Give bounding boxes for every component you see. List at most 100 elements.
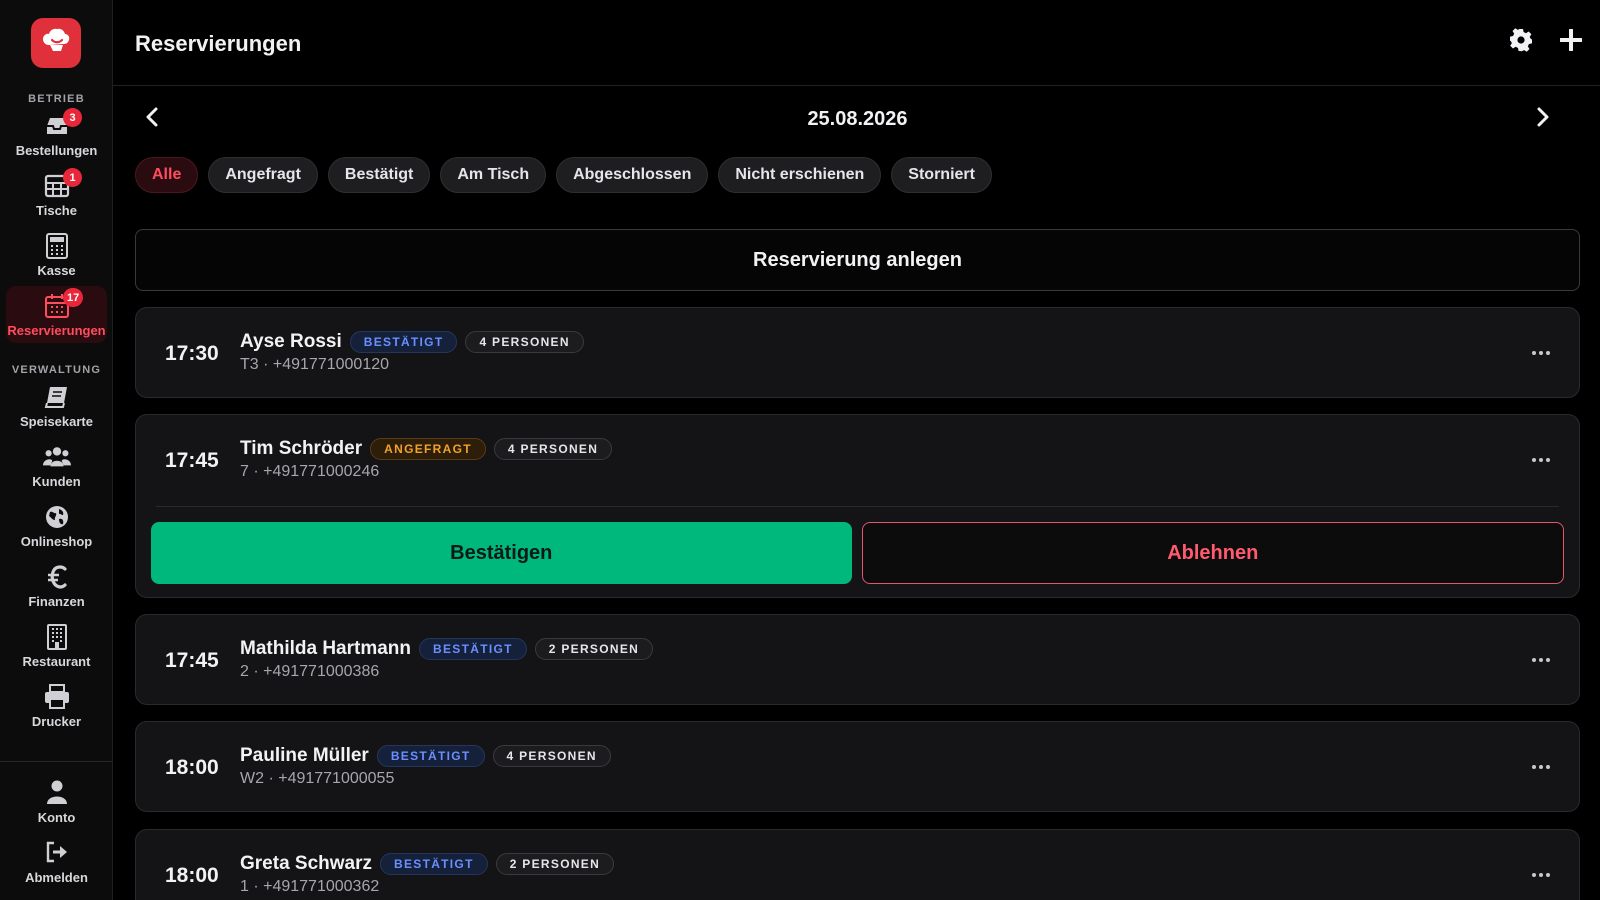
status-badge: BESTÄTIGT	[380, 853, 488, 875]
more-options-button[interactable]	[1529, 451, 1553, 469]
table-and-phone: 7 · +491771000246	[240, 463, 380, 480]
plus-icon	[1559, 27, 1583, 56]
ellipsis-icon	[1532, 458, 1550, 462]
sidebar-item-kasse[interactable]: Kasse	[6, 226, 107, 283]
app-logo[interactable]	[31, 18, 81, 68]
sidebar-item-konto[interactable]: Konto	[6, 772, 107, 830]
sidebar-item-tische[interactable]: 1 Tische	[6, 166, 107, 223]
filter-chip-abgeschlossen[interactable]: Abgeschlossen	[556, 157, 709, 193]
status-badge: BESTÄTIGT	[419, 638, 527, 660]
reservation-card[interactable]: 18:00 Pauline Müller BESTÄTIGT 4 PERSONE…	[135, 721, 1580, 812]
users-icon	[42, 443, 71, 471]
badge-reservierungen: 17	[63, 288, 84, 307]
more-options-button[interactable]	[1529, 866, 1553, 884]
ellipsis-icon	[1532, 351, 1550, 355]
table-and-phone: 2 · +491771000386	[240, 663, 380, 680]
persons-badge: 2 PERSONEN	[495, 853, 615, 875]
reservation-time: 17:45	[165, 449, 219, 472]
persons-badge: 4 PERSONEN	[493, 438, 613, 460]
sidebar-item-reservierungen[interactable]: 17 Reservierungen	[6, 286, 107, 343]
chef-hat-icon	[40, 25, 72, 62]
more-options-button[interactable]	[1529, 344, 1553, 362]
chevron-right-icon	[1536, 107, 1550, 132]
reservation-time: 18:00	[165, 864, 219, 887]
more-options-button[interactable]	[1529, 758, 1553, 776]
top-header: Reservierungen	[113, 0, 1600, 86]
reservation-card[interactable]: 18:00 Greta Schwarz BESTÄTIGT 2 PERSONEN…	[135, 829, 1580, 900]
reservation-details: Ayse Rossi BESTÄTIGT 4 PERSONEN T3 · +49…	[240, 331, 584, 374]
sidebar-item-label: Kasse	[37, 263, 76, 278]
table-and-phone: T3 · +491771000120	[240, 356, 390, 373]
filter-chip-angefragt[interactable]: Angefragt	[208, 157, 318, 193]
gear-icon	[1509, 27, 1533, 57]
sidebar-item-label: Onlineshop	[20, 534, 93, 549]
filter-chip-storniert[interactable]: Storniert	[891, 157, 992, 193]
sidebar-item-restaurant[interactable]: Restaurant	[6, 617, 107, 674]
reservation-time: 17:30	[165, 342, 219, 365]
next-day-button[interactable]	[1528, 104, 1558, 134]
request-actions: Bestätigen Ablehnen	[151, 522, 1564, 584]
sidebar-item-bestellungen[interactable]: 3 Bestellungen	[6, 106, 107, 163]
reservation-card[interactable]: 17:45 Tim Schröder ANGEFRAGT 4 PERSONEN …	[135, 414, 1580, 598]
logout-icon	[43, 838, 71, 866]
ellipsis-icon	[1532, 765, 1550, 769]
status-badge: BESTÄTIGT	[349, 331, 458, 353]
sidebar-item-label: Drucker	[31, 714, 82, 729]
section-label-betrieb: BETRIEB	[28, 93, 85, 105]
sidebar-item-label: Konto	[37, 810, 76, 825]
sidebar-item-kunden[interactable]: Kunden	[6, 437, 107, 494]
create-reservation-button[interactable]: Reservierung anlegen	[135, 229, 1580, 291]
confirm-button[interactable]: Bestätigen	[151, 522, 852, 584]
book-icon	[43, 383, 71, 411]
persons-badge: 4 PERSONEN	[465, 331, 584, 353]
sidebar-item-abmelden[interactable]: Abmelden	[6, 832, 107, 890]
table-and-phone: W2 · +491771000055	[240, 770, 395, 787]
table-and-phone: 1 · +491771000362	[240, 878, 380, 895]
card-divider	[156, 506, 1559, 507]
sidebar-item-label: Finanzen	[28, 594, 85, 609]
reservation-time: 17:45	[165, 649, 219, 672]
sidebar-item-label: Bestellungen	[15, 143, 98, 158]
status-badge: BESTÄTIGT	[376, 745, 485, 767]
status-badge: ANGEFRAGT	[370, 438, 486, 460]
reservation-details: Greta Schwarz BESTÄTIGT 2 PERSONEN 1 · +…	[240, 853, 615, 896]
sidebar-item-label: Reservierungen	[7, 323, 106, 338]
filter-chip-nicht-erschienen[interactable]: Nicht erschienen	[718, 157, 882, 193]
status-filter-bar: Alle Angefragt Bestätigt Am Tisch Abgesc…	[135, 157, 992, 193]
ellipsis-icon	[1532, 873, 1550, 877]
sidebar-item-label: Abmelden	[25, 870, 88, 885]
section-label-verwaltung: VERWALTUNG	[11, 364, 102, 376]
reservation-time: 18:00	[165, 756, 219, 779]
persons-badge: 4 PERSONEN	[492, 745, 611, 767]
building-icon	[43, 623, 71, 651]
sidebar-divider	[0, 761, 113, 762]
add-reservation-button[interactable]	[1557, 27, 1585, 56]
user-icon	[43, 778, 71, 806]
reservation-card[interactable]: 17:45 Mathilda Hartmann BESTÄTIGT 2 PERS…	[135, 614, 1580, 705]
filter-chip-am-tisch[interactable]: Am Tisch	[440, 157, 547, 193]
euro-icon	[43, 563, 71, 591]
calculator-icon	[43, 232, 71, 260]
current-date: 25.08.2026	[807, 108, 908, 130]
sidebar-item-finanzen[interactable]: Finanzen	[6, 557, 107, 614]
sidebar: BETRIEB 3 Bestellungen 1 Tische Kasse 17…	[0, 0, 113, 900]
page-title: Reservierungen	[135, 31, 302, 56]
sidebar-item-label: Tische	[36, 203, 77, 218]
sidebar-item-label: Speisekarte	[20, 414, 93, 429]
reservation-details: Pauline Müller BESTÄTIGT 4 PERSONEN W2 ·…	[240, 745, 611, 788]
reservation-card[interactable]: 17:30 Ayse Rossi BESTÄTIGT 4 PERSONEN T3…	[135, 307, 1580, 398]
sidebar-item-onlineshop[interactable]: Onlineshop	[6, 497, 107, 554]
filter-chip-bestaetigt[interactable]: Bestätigt	[327, 157, 431, 193]
reservation-details: Tim Schröder ANGEFRAGT 4 PERSONEN 7 · +4…	[240, 438, 613, 481]
guest-name: Ayse Rossi	[240, 331, 342, 352]
settings-button[interactable]	[1507, 27, 1535, 57]
more-options-button[interactable]	[1529, 651, 1553, 669]
reject-button[interactable]: Ablehnen	[861, 522, 1564, 584]
sidebar-item-speisekarte[interactable]: Speisekarte	[6, 377, 107, 434]
guest-name: Mathilda Hartmann	[240, 638, 412, 659]
sidebar-item-drucker[interactable]: Drucker	[6, 677, 107, 734]
reservation-details: Mathilda Hartmann BESTÄTIGT 2 PERSONEN 2…	[240, 638, 654, 681]
guest-name: Pauline Müller	[240, 745, 369, 766]
filter-chip-alle[interactable]: Alle	[135, 157, 199, 193]
sidebar-item-label: Kunden	[32, 474, 81, 489]
